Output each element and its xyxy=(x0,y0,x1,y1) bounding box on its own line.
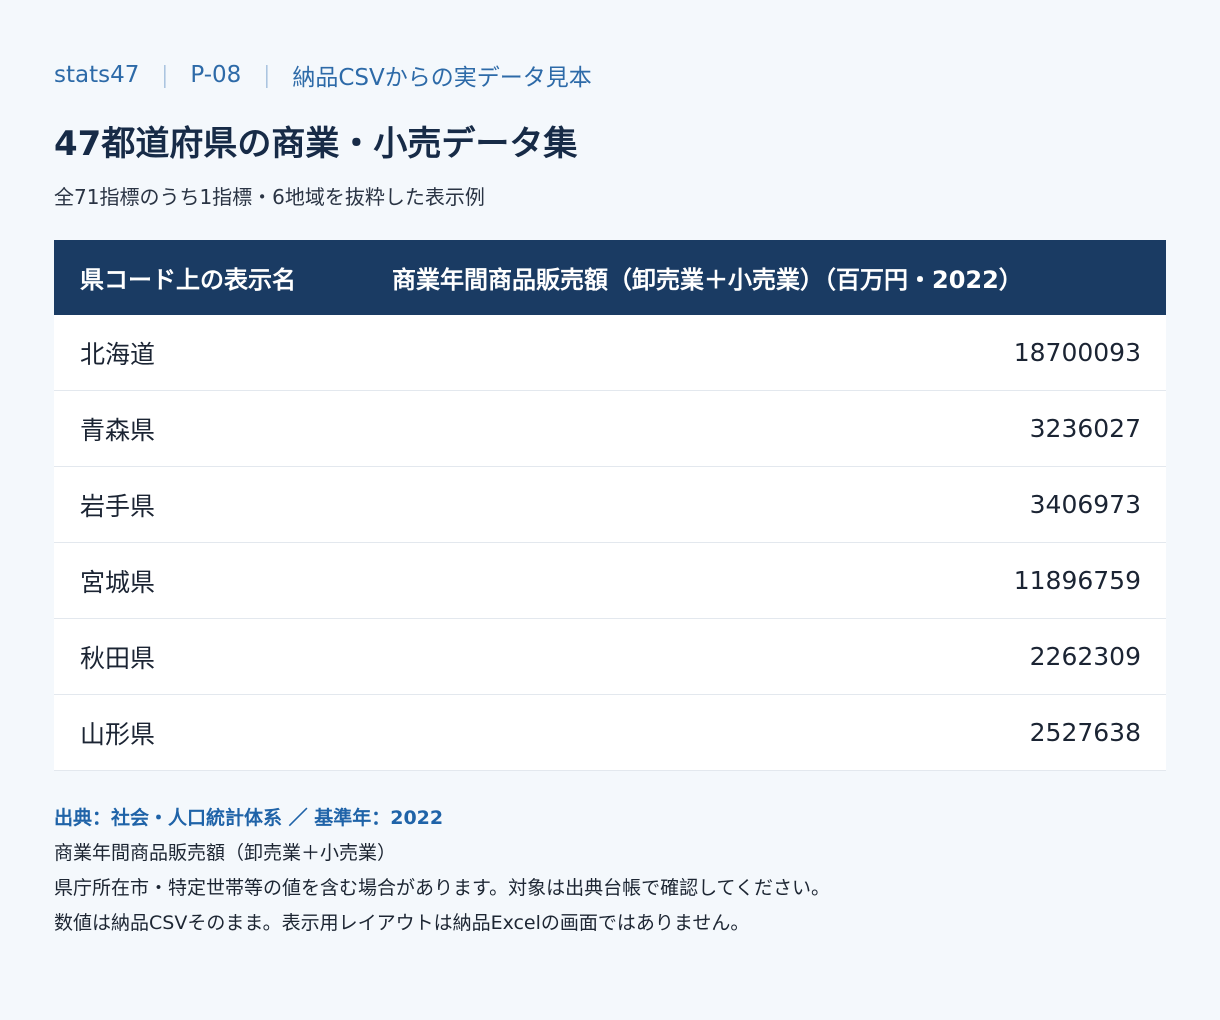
cell-value: 3406973 xyxy=(1029,490,1141,519)
column-header-name: 県コード上の表示名 xyxy=(80,266,296,294)
cell-name: 宮城県 xyxy=(80,567,156,597)
cell-name: 岩手県 xyxy=(80,491,156,521)
note-line: 数値は納品CSVそのまま。表示用レイアウトは納品Excelの画面ではありません。 xyxy=(54,912,750,934)
table-row: 宮城県 11896759 xyxy=(54,543,1166,619)
page-title: 47都道府県の商業・小売データ集 xyxy=(54,124,578,164)
page-subtitle: 全71指標のうち1指標・6地域を抜粋した表示例 xyxy=(54,185,485,209)
breadcrumb-label: 納品CSVからの実データ見本 xyxy=(292,65,592,91)
table-row: 北海道 18700093 xyxy=(54,315,1166,391)
cell-value: 2527638 xyxy=(1029,718,1141,747)
table-header: 県コード上の表示名 商業年間商品販売額（卸売業＋小売業）（百万円・2022） xyxy=(54,240,1166,315)
note-line: 県庁所在市・特定世帯等の値を含む場合があります。対象は出典台帳で確認してください… xyxy=(54,877,830,899)
breadcrumb: stats47 ｜ P-08 ｜ 納品CSVからの実データ見本 xyxy=(54,58,592,92)
cell-value: 18700093 xyxy=(1013,338,1141,367)
cell-name: 青森県 xyxy=(80,415,156,445)
cell-name: 北海道 xyxy=(80,339,156,369)
table-row: 青森県 3236027 xyxy=(54,391,1166,467)
source-note: 出典：社会・人口統計体系 ／ 基準年：2022 xyxy=(54,807,444,829)
note-line: 商業年間商品販売額（卸売業＋小売業） xyxy=(54,842,397,864)
footer-notes: 出典：社会・人口統計体系 ／ 基準年：2022 商業年間商品販売額（卸売業＋小売… xyxy=(54,801,830,941)
table-row: 秋田県 2262309 xyxy=(54,619,1166,695)
cell-value: 3236027 xyxy=(1029,414,1141,443)
breadcrumb-code[interactable]: P-08 xyxy=(190,62,241,88)
cell-value: 11896759 xyxy=(1013,566,1141,595)
cell-name: 秋田県 xyxy=(80,643,156,673)
table-row: 山形県 2527638 xyxy=(54,695,1166,771)
breadcrumb-separator: ｜ xyxy=(153,65,177,91)
data-table: 県コード上の表示名 商業年間商品販売額（卸売業＋小売業）（百万円・2022） 北… xyxy=(54,240,1166,771)
table-row: 岩手県 3406973 xyxy=(54,467,1166,543)
breadcrumb-separator: ｜ xyxy=(255,65,279,91)
column-header-value: 商業年間商品販売額（卸売業＋小売業）（百万円・2022） xyxy=(392,266,1023,294)
cell-value: 2262309 xyxy=(1029,642,1141,671)
cell-name: 山形県 xyxy=(80,719,156,749)
breadcrumb-site[interactable]: stats47 xyxy=(54,62,139,88)
